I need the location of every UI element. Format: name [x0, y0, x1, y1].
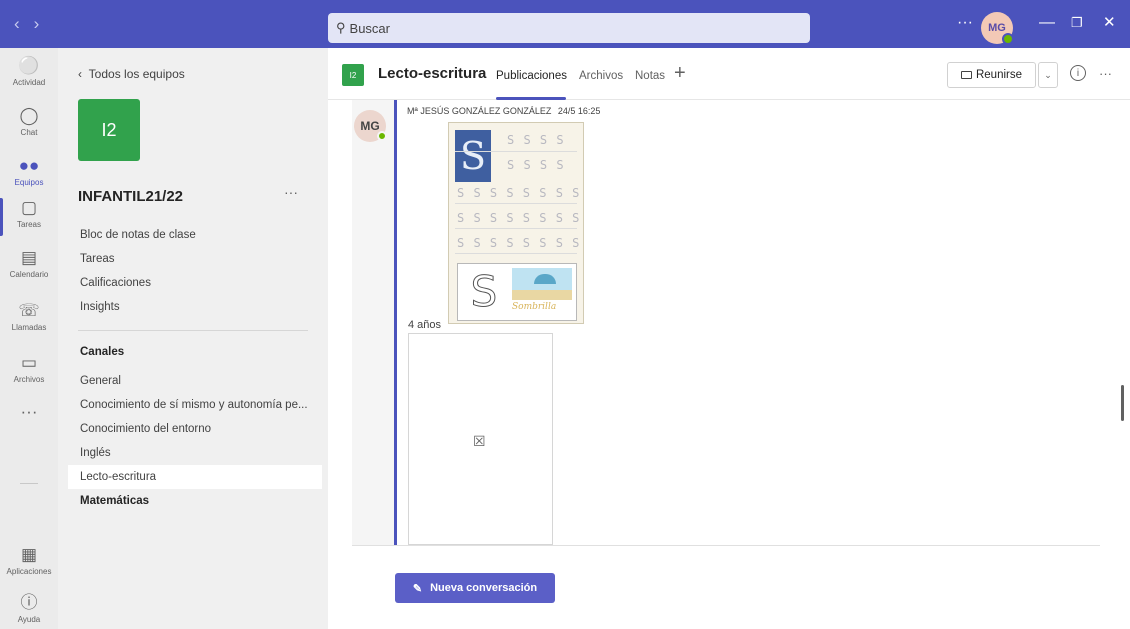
- team-menu-class-notebook[interactable]: Bloc de notas de clase: [80, 229, 196, 241]
- tracing-row: S S S S: [507, 158, 565, 172]
- channel-title: Lecto-escritura: [378, 65, 487, 82]
- rail-item-calls[interactable]: ☏ Llamadas: [0, 301, 58, 332]
- app-rail: ⚪ Actividad ◯ Chat ●● Equipos ▢ Tareas ▤…: [0, 48, 58, 629]
- rail-item-teams[interactable]: ●● Equipos: [0, 156, 58, 187]
- tracing-row: S S S S S S S S: [457, 186, 581, 200]
- forward-arrow-icon[interactable]: ›: [34, 14, 54, 33]
- team-panel: ‹ Todos los equipos I2 INFANTIL21/22 ···…: [58, 48, 328, 629]
- bell-icon: ⚪: [18, 56, 40, 75]
- channel-item[interactable]: Conocimiento de sí mismo y autonomía pe.…: [68, 393, 322, 417]
- tab-files[interactable]: Archivos: [579, 70, 623, 82]
- broken-image-icon: ☒: [473, 433, 486, 449]
- picture-box: S Sombrilla: [457, 263, 577, 321]
- rail-more-apps[interactable]: ···: [0, 402, 58, 422]
- channel-item-unread[interactable]: Matemáticas: [68, 489, 322, 513]
- history-nav: ‹›: [14, 14, 53, 34]
- channel-item[interactable]: Conocimiento del entorno: [68, 417, 322, 441]
- all-teams-link[interactable]: ‹ Todos los equipos: [78, 67, 185, 81]
- team-name: INFANTIL21/22: [78, 188, 184, 205]
- video-camera-icon: [960, 71, 972, 79]
- tracing-row: S S S S: [507, 133, 565, 147]
- file-icon: ▭: [20, 353, 38, 372]
- big-letter-box: S: [455, 130, 491, 182]
- search-icon: ⚲: [336, 20, 346, 35]
- channel-item[interactable]: Inglés: [68, 441, 322, 465]
- posts-feed: MG Mª JESÚS GONZÁLEZ GONZÁLEZ 24/5 16:25…: [352, 100, 1058, 545]
- rail-item-apps[interactable]: ▦ Aplicaciones: [0, 545, 58, 576]
- author-name: Mª JESÚS GONZÁLEZ GONZÁLEZ: [407, 106, 552, 116]
- meet-button[interactable]: Reunirse: [947, 62, 1036, 88]
- compose-icon: ✎: [412, 582, 423, 595]
- post-meta: Mª JESÚS GONZÁLEZ GONZÁLEZ 24/5 16:25: [407, 106, 600, 116]
- tracing-row: S S S S S S S S: [457, 211, 581, 225]
- chevron-left-icon: ‹: [78, 67, 82, 81]
- info-icon[interactable]: i: [1070, 65, 1086, 81]
- beach-umbrella-image: [512, 268, 572, 300]
- message-text: 4 años: [408, 319, 442, 331]
- search-placeholder: Buscar: [349, 20, 390, 36]
- close-icon[interactable]: ✕: [1103, 13, 1116, 31]
- tab-notes[interactable]: Notas: [635, 70, 665, 82]
- team-menu-insights[interactable]: Insights: [80, 301, 120, 313]
- channel-view: I2 Lecto-escritura Publicaciones Archivo…: [328, 48, 1130, 629]
- rail-item-activity[interactable]: ⚪ Actividad: [0, 56, 58, 87]
- presence-available-icon: [377, 131, 387, 141]
- panel-divider: [78, 330, 308, 331]
- channel-item[interactable]: General: [68, 369, 322, 393]
- apps-icon: ▦: [20, 545, 38, 564]
- help-icon: ⓘ: [20, 593, 38, 612]
- tracing-row: S S S S S S S S: [457, 236, 581, 250]
- maximize-icon[interactable]: ❐: [1071, 15, 1083, 31]
- author-avatar[interactable]: MG: [354, 110, 387, 142]
- post-card: Mª JESÚS GONZÁLEZ GONZÁLEZ 24/5 16:25 S …: [394, 100, 1058, 545]
- teams-icon: ●●: [18, 156, 40, 175]
- assignments-icon: ▢: [20, 198, 38, 217]
- calendar-icon: ▤: [20, 248, 38, 267]
- back-arrow-icon[interactable]: ‹: [14, 14, 34, 33]
- chat-icon: ◯: [19, 106, 39, 125]
- channels-header: Canales: [80, 346, 125, 358]
- worksheet-image[interactable]: S S S S S S S S S S S S S S S S S S S S …: [448, 122, 584, 324]
- rail-item-chat[interactable]: ◯ Chat: [0, 106, 58, 137]
- channel-more-options-icon[interactable]: ···: [1099, 66, 1112, 81]
- more-options-icon[interactable]: ···: [957, 14, 973, 32]
- tab-posts[interactable]: Publicaciones: [496, 70, 567, 82]
- channel-team-avatar: I2: [342, 64, 364, 86]
- presence-available-icon: [1002, 33, 1014, 45]
- image-placeholder[interactable]: ☒: [408, 333, 553, 545]
- team-avatar: I2: [78, 99, 140, 161]
- rail-item-assignments[interactable]: ▢ Tareas: [0, 198, 58, 229]
- post-timestamp: 24/5 16:25: [557, 106, 601, 116]
- profile-avatar[interactable]: MG: [981, 12, 1014, 45]
- title-bar: ‹› ⚲ Buscar ··· MG — ❐ ✕: [0, 0, 1130, 48]
- team-menu-grades[interactable]: Calificaciones: [80, 277, 151, 289]
- more-icon: ···: [20, 402, 38, 421]
- search-box[interactable]: ⚲ Buscar: [328, 13, 810, 43]
- minimize-icon[interactable]: —: [1039, 14, 1055, 32]
- new-conversation-button[interactable]: ✎ Nueva conversación: [395, 573, 555, 603]
- rail-divider: [20, 483, 38, 484]
- scrollbar-thumb[interactable]: [1121, 385, 1124, 421]
- add-tab-icon[interactable]: +: [674, 62, 686, 85]
- meet-dropdown-chevron-icon[interactable]: ⌄: [1038, 62, 1058, 88]
- picture-word: Sombrilla: [512, 302, 557, 312]
- team-menu-assignments[interactable]: Tareas: [80, 253, 115, 265]
- rail-item-calendar[interactable]: ▤ Calendario: [0, 248, 58, 279]
- compose-divider: [352, 545, 1100, 546]
- rail-item-help[interactable]: ⓘ Ayuda: [0, 593, 58, 624]
- team-more-options-icon[interactable]: ···: [284, 184, 298, 200]
- rail-item-files[interactable]: ▭ Archivos: [0, 353, 58, 384]
- channel-item-selected[interactable]: Lecto-escritura: [68, 465, 322, 489]
- phone-icon: ☏: [18, 301, 40, 320]
- channel-header: I2 Lecto-escritura Publicaciones Archivo…: [328, 48, 1130, 100]
